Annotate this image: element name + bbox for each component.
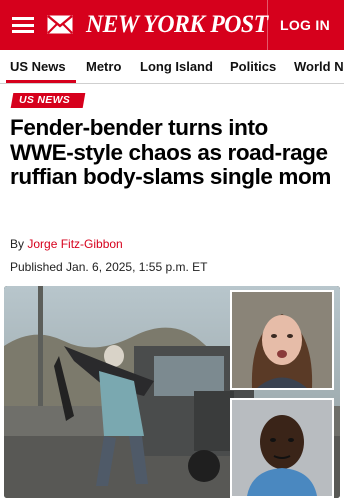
login-button[interactable]: LOG IN — [280, 17, 330, 33]
header-divider — [267, 0, 268, 50]
nav-item-metro[interactable]: Metro — [86, 59, 121, 74]
section-nav: US News Metro Long Island Politics World… — [0, 50, 344, 84]
nav-item-world-news[interactable]: World News — [294, 59, 344, 74]
inset-photo-man-art — [232, 400, 332, 496]
nav-item-us-news[interactable]: US News — [10, 59, 66, 74]
published-date: Published Jan. 6, 2025, 1:55 p.m. ET — [10, 260, 208, 274]
nav-active-indicator — [6, 80, 76, 83]
nav-item-politics[interactable]: Politics — [230, 59, 276, 74]
site-header: NEW YORK POST LOG IN — [0, 0, 344, 50]
byline: By Jorge Fitz-Gibbon — [10, 237, 123, 251]
article-headline: Fender-bender turns into WWE-style chaos… — [10, 115, 331, 189]
site-logo[interactable]: NEW YORK POST — [86, 9, 268, 41]
inset-photo-woman-art — [232, 292, 332, 388]
section-tag-label: US NEWS — [19, 94, 71, 106]
section-tag[interactable]: US NEWS — [10, 93, 86, 108]
author-link[interactable]: Jorge Fitz-Gibbon — [27, 237, 122, 251]
byline-prefix: By — [10, 237, 28, 251]
inset-photo-woman[interactable] — [230, 290, 334, 390]
envelope-icon[interactable] — [47, 15, 73, 34]
hamburger-menu-icon[interactable] — [12, 17, 34, 33]
inset-photo-man[interactable] — [230, 398, 334, 498]
nav-item-long-island[interactable]: Long Island — [140, 59, 213, 74]
